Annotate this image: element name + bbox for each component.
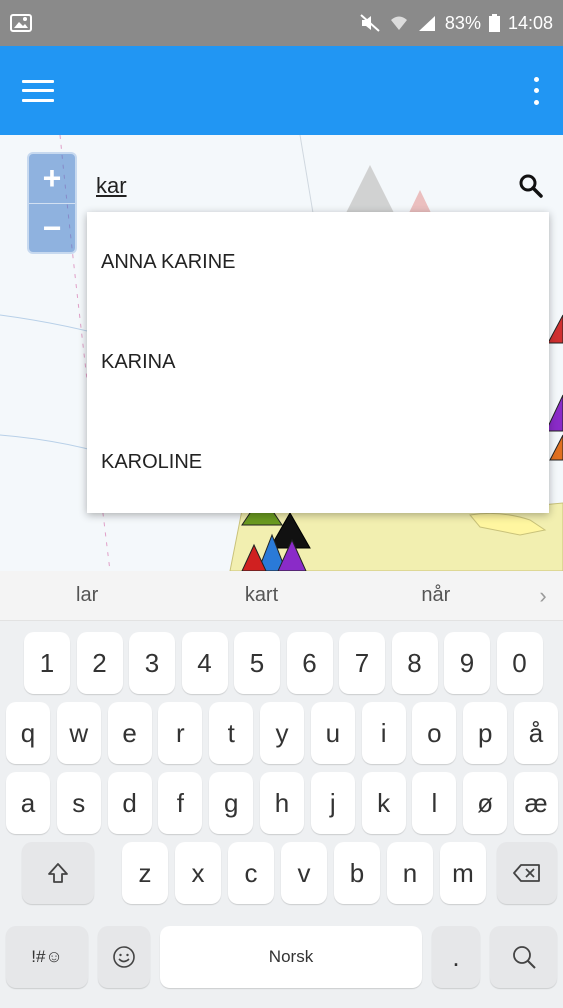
key-p[interactable]: p [463,702,508,764]
key-b[interactable]: b [334,842,380,904]
key-s[interactable]: s [56,772,101,834]
search-box [92,162,552,210]
suggestion-item[interactable]: ANNA KARINE [87,212,549,312]
plus-icon[interactable]: + [29,154,75,203]
key-x[interactable]: x [175,842,221,904]
search-icon[interactable] [516,171,546,201]
zoom-control: + − [27,152,77,254]
key-v[interactable]: v [281,842,327,904]
key-q[interactable]: q [6,702,50,764]
key-i[interactable]: i [361,702,406,764]
key-1[interactable]: 1 [24,632,70,694]
shift-icon[interactable] [22,842,94,904]
key-0[interactable]: 0 [496,632,543,694]
keyboard-search-icon[interactable] [490,926,557,988]
key-w[interactable]: w [56,702,101,764]
wifi-icon [389,14,409,32]
key-m[interactable]: m [440,842,486,904]
key-å[interactable]: å [514,702,558,764]
key-j[interactable]: j [310,772,355,834]
key-3[interactable]: 3 [129,632,175,694]
minus-icon[interactable]: − [29,203,75,252]
space-key[interactable]: Norsk [160,926,422,988]
key-æ[interactable]: æ [514,772,558,834]
prediction-item[interactable]: kart [174,584,348,607]
app-screen: 83% 14:08 + − kar ANNA KARINE KARINA KAR… [0,0,563,1008]
backspace-icon[interactable] [497,842,557,904]
symbols-key[interactable]: !#☺ [6,926,88,988]
suggestion-list: ANNA KARINE KARINA KAROLINE [87,212,549,513]
period-key[interactable]: . [432,926,480,988]
status-bar: 83% 14:08 [0,0,563,46]
key-y[interactable]: y [260,702,304,764]
key-c[interactable]: c [228,842,274,904]
key-z[interactable]: z [122,842,168,904]
key-2[interactable]: 2 [76,632,123,694]
signal-icon [417,14,437,32]
image-notification-icon [10,13,32,33]
key-r[interactable]: r [158,702,203,764]
hamburger-icon[interactable] [22,79,54,102]
suggestion-item[interactable]: KAROLINE [87,412,549,512]
key-5[interactable]: 5 [234,632,280,694]
search-input[interactable] [92,166,516,206]
key-8[interactable]: 8 [391,632,438,694]
key-a[interactable]: a [6,772,50,834]
key-u[interactable]: u [310,702,355,764]
emoji-icon[interactable] [98,926,150,988]
key-6[interactable]: 6 [286,632,333,694]
key-f[interactable]: f [158,772,203,834]
key-h[interactable]: h [260,772,304,834]
key-l[interactable]: l [412,772,457,834]
key-7[interactable]: 7 [339,632,385,694]
more-vert-icon[interactable] [531,76,541,105]
key-k[interactable]: k [361,772,406,834]
key-e[interactable]: e [107,702,152,764]
key-9[interactable]: 9 [444,632,490,694]
mute-icon [359,13,381,33]
key-4[interactable]: 4 [181,632,228,694]
suggestion-item[interactable]: KARINA [87,312,549,412]
battery-percent: 83% [444,12,481,33]
key-ø[interactable]: ø [463,772,508,834]
prediction-item[interactable]: når [349,584,523,607]
key-d[interactable]: d [107,772,152,834]
app-bar [0,46,563,135]
key-t[interactable]: t [209,702,254,764]
prediction-item[interactable]: lar [0,584,174,607]
prediction-bar: lar kart når › [0,571,563,621]
chevron-right-icon[interactable]: › [523,583,563,609]
on-screen-keyboard: lar kart når › 1234567890 qwertyuiopå as… [0,571,563,1008]
key-g[interactable]: g [209,772,254,834]
battery-icon [488,14,500,32]
clock: 14:08 [507,12,553,33]
key-n[interactable]: n [387,842,433,904]
key-o[interactable]: o [412,702,457,764]
